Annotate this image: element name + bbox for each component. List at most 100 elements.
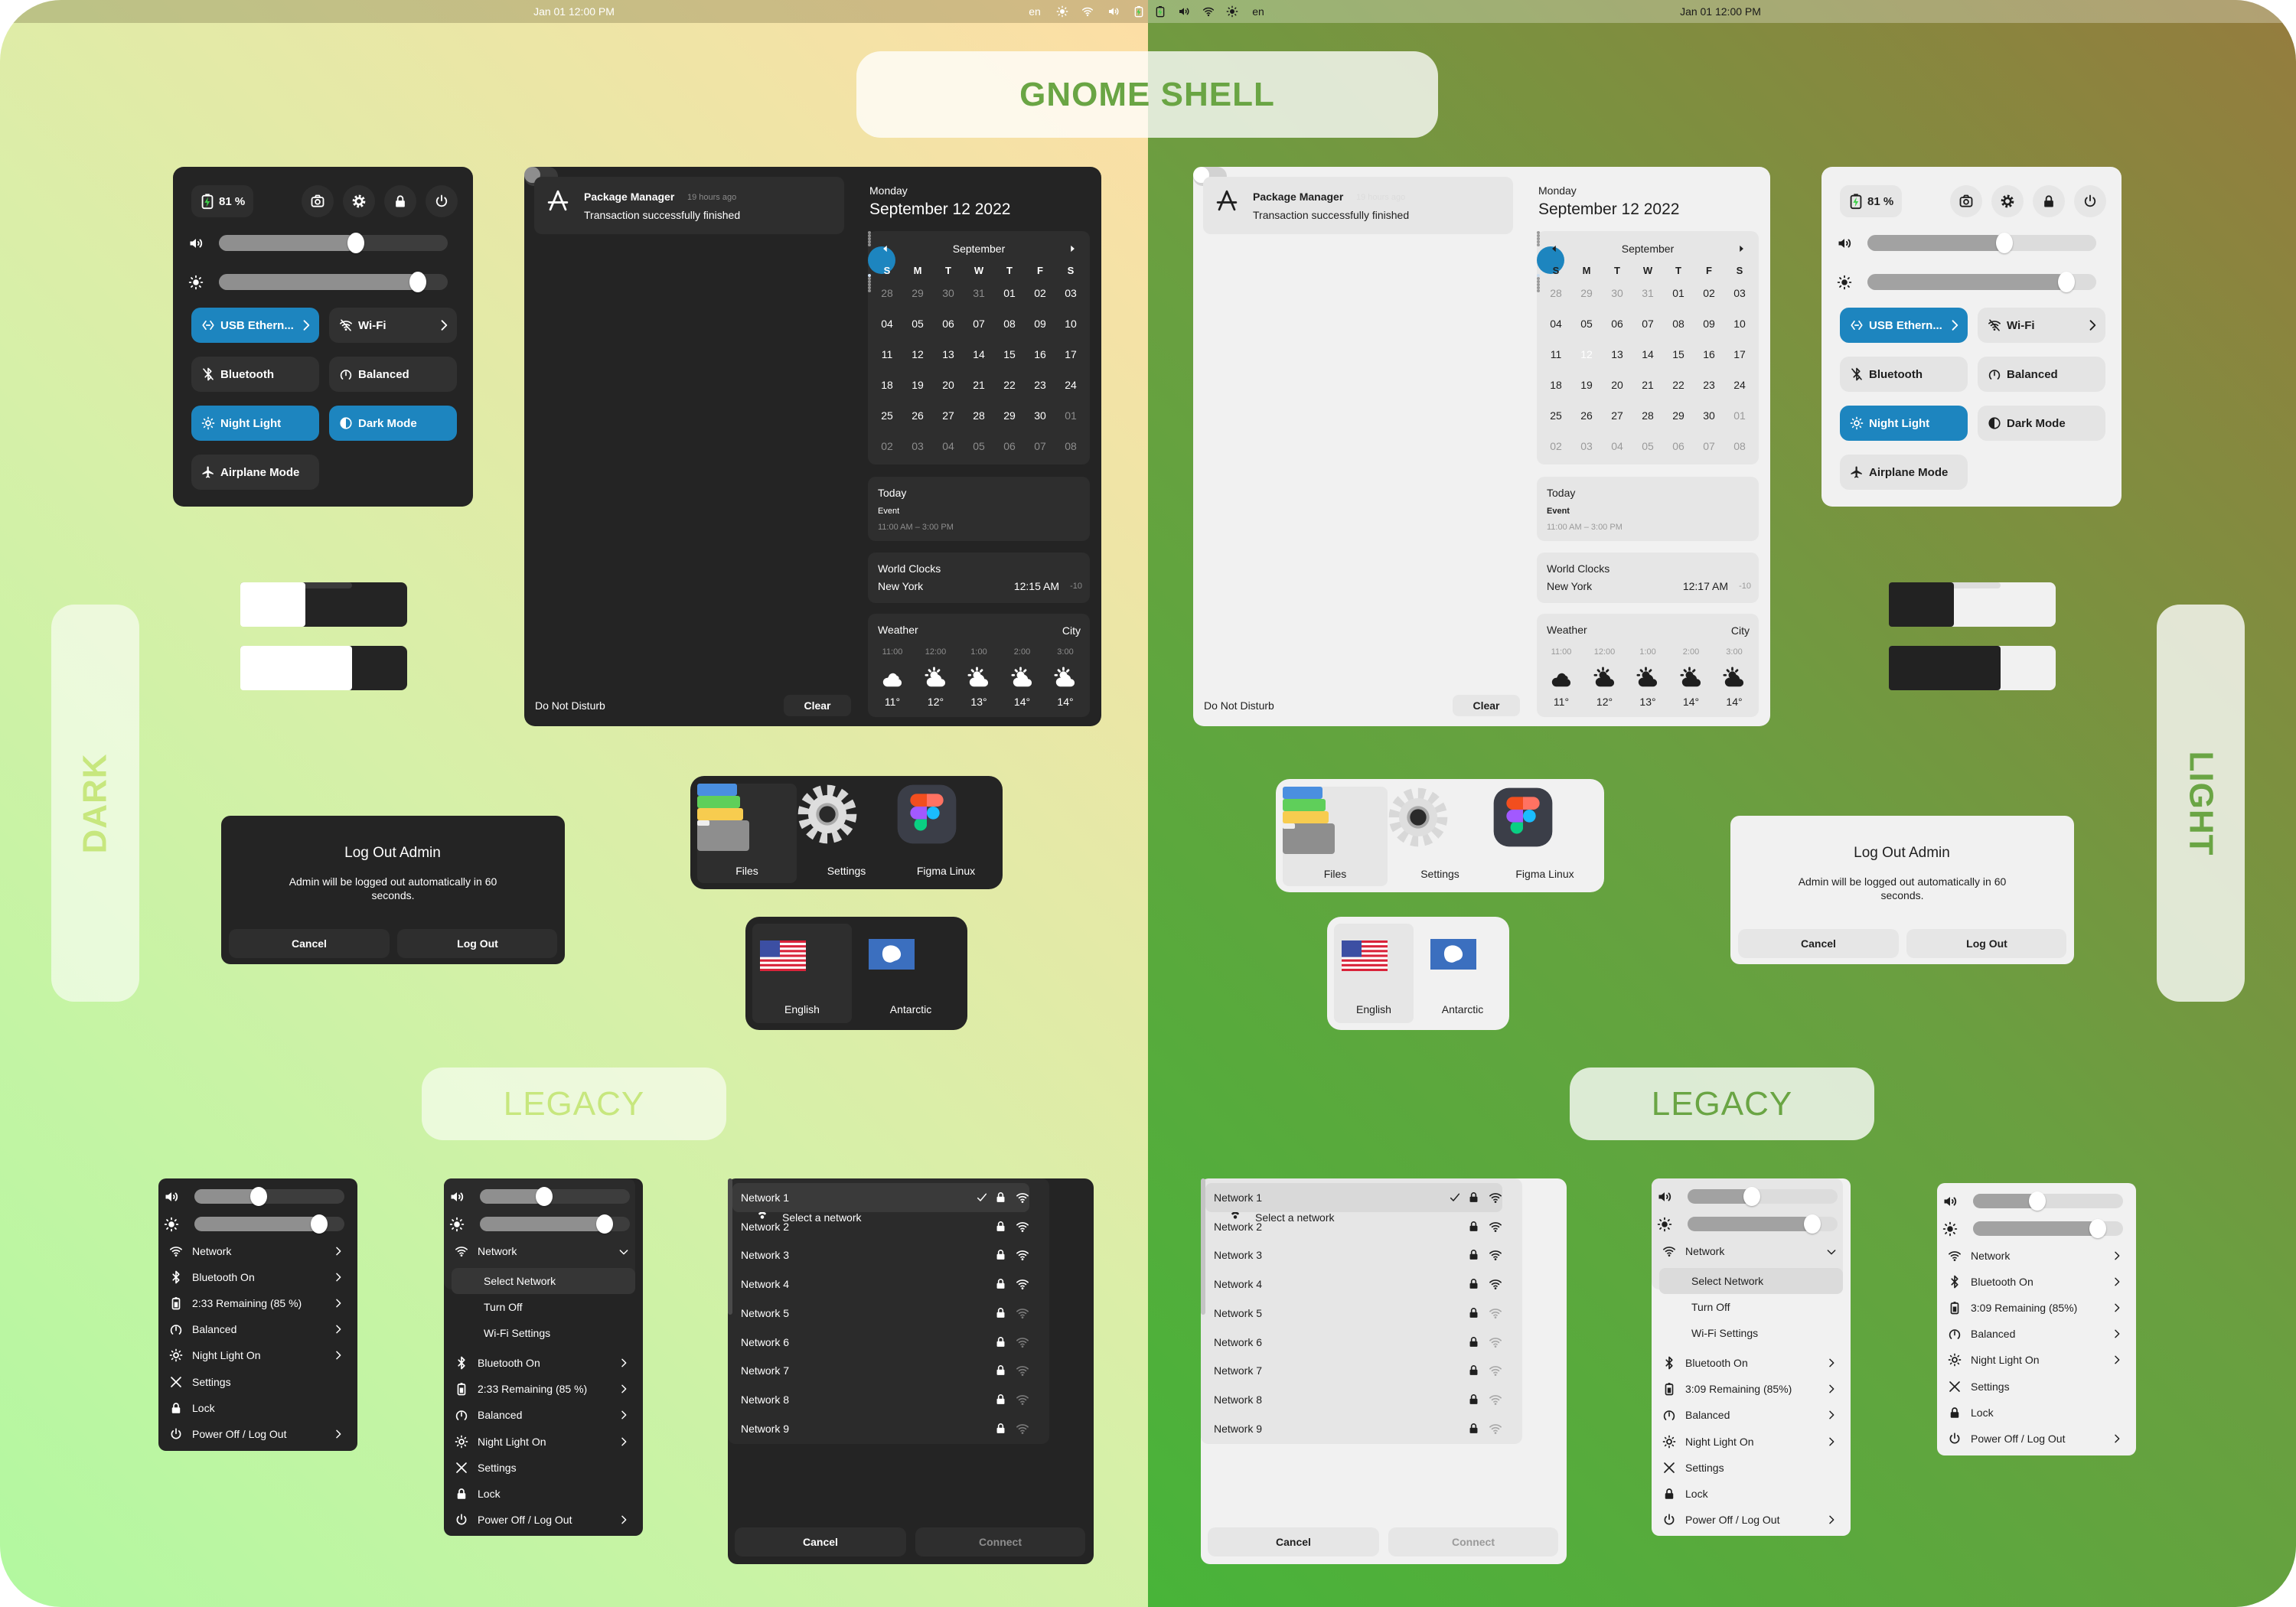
calendar-day[interactable]: 25 (1550, 410, 1562, 421)
menu-item-settings[interactable]: Settings (1655, 1455, 1848, 1481)
app-switcher-item[interactable]: Settings (797, 784, 896, 883)
calendar-day[interactable]: 12 (1580, 349, 1593, 360)
calendar-day[interactable]: 30 (942, 288, 954, 298)
calendar-day[interactable]: 26 (1580, 410, 1593, 421)
calendar-day[interactable]: 28 (1642, 410, 1654, 421)
arrow-right-icon[interactable] (1067, 243, 1078, 254)
connect-button[interactable]: Connect (1388, 1527, 1558, 1556)
app-switcher-item[interactable]: Figma Linux (896, 784, 996, 883)
calendar-day[interactable]: 01 (1065, 410, 1077, 421)
calendar-day[interactable]: 29 (912, 288, 924, 298)
calendar-day[interactable]: 16 (1703, 349, 1715, 360)
top-bar-clock[interactable]: Jan 01 12:00 PM (1644, 0, 1797, 23)
menu-item-balanced[interactable]: Balanced (1655, 1402, 1848, 1428)
calendar-day[interactable]: 03 (1733, 288, 1746, 298)
brightness-slider-handle[interactable] (2089, 1219, 2106, 1238)
app-switcher-item[interactable]: Files (697, 784, 797, 883)
network-row[interactable]: Network 3 (1205, 1240, 1502, 1270)
calendar-day[interactable]: 07 (1642, 318, 1654, 329)
app-switcher-item[interactable]: Figma Linux (1492, 787, 1597, 886)
menu-item-lock[interactable]: Lock (1655, 1481, 1848, 1507)
network-row[interactable]: Network 4 (732, 1270, 1029, 1299)
lock-button[interactable] (384, 185, 416, 217)
volume-slider[interactable] (219, 233, 448, 253)
menu-item-night-light-on[interactable]: Night Light On (161, 1342, 354, 1368)
toggle-dark-mode[interactable]: Dark Mode (329, 406, 457, 441)
calendar-day[interactable]: 23 (1034, 380, 1046, 390)
network-row[interactable]: Network 2 (1205, 1212, 1502, 1241)
brightness-slider[interactable] (1973, 1219, 2123, 1238)
volume-slider[interactable] (1867, 233, 2096, 253)
brightness-slider[interactable] (480, 1214, 630, 1234)
calendar-day[interactable]: 18 (1550, 380, 1562, 390)
submenu-item[interactable]: Turn Off (1659, 1294, 1843, 1320)
menu-item-network[interactable]: Network (447, 1238, 640, 1264)
menu-item-power-off-log-out[interactable]: Power Off / Log Out (1940, 1426, 2133, 1452)
brightness-slider[interactable] (194, 1214, 344, 1234)
arrow-left-icon[interactable] (880, 243, 891, 254)
cancel-button[interactable]: Cancel (229, 929, 390, 958)
network-row[interactable]: Network 9 (1205, 1414, 1502, 1443)
calendar-day[interactable]: 12 (912, 349, 924, 360)
brightness-slider-handle[interactable] (2058, 272, 2076, 292)
menu-item-settings[interactable]: Settings (161, 1369, 354, 1395)
calendar-day[interactable]: 01 (1672, 288, 1684, 298)
log-out-button[interactable]: Log Out (397, 929, 557, 958)
cancel-button[interactable]: Cancel (1738, 929, 1899, 958)
calendar-day[interactable]: 28 (973, 410, 985, 421)
calendar-day[interactable]: 27 (1611, 410, 1623, 421)
calendar-day[interactable]: 25 (881, 410, 893, 421)
submenu-item[interactable]: Turn Off (452, 1294, 635, 1320)
toggle-usb-ethern[interactable]: USB Ethern... (1840, 308, 1968, 343)
network-row[interactable]: Network 1 (732, 1183, 1029, 1212)
calendar-day[interactable]: 24 (1065, 380, 1077, 390)
calendar-day[interactable]: 02 (1034, 288, 1046, 298)
calendar-day[interactable]: 22 (1672, 380, 1684, 390)
menu-item-power-off-log-out[interactable]: Power Off / Log Out (161, 1421, 354, 1447)
volume-slider-handle[interactable] (536, 1187, 553, 1206)
toggle-wi-fi[interactable]: Wi-Fi (1978, 308, 2105, 343)
calendar-day[interactable]: 03 (1065, 288, 1077, 298)
calendar-day[interactable]: 09 (1034, 318, 1046, 329)
arrow-right-icon[interactable] (1736, 243, 1746, 254)
network-row[interactable]: Network 5 (1205, 1299, 1502, 1328)
network-row[interactable]: Network 6 (1205, 1328, 1502, 1357)
menu-item-2-33-remaining-85[interactable]: 2:33 Remaining (85 %) (161, 1290, 354, 1316)
calendar-day[interactable]: 28 (1550, 288, 1562, 298)
submenu-item[interactable]: Wi-Fi Settings (452, 1320, 635, 1346)
submenu-item[interactable]: Wi-Fi Settings (1659, 1320, 1843, 1346)
battery-indicator[interactable]: 81 % (1840, 185, 1902, 217)
volume-slider-handle[interactable] (2029, 1191, 2047, 1211)
toggle-night-light[interactable]: Night Light (191, 406, 319, 441)
menu-item-network[interactable]: Network (1940, 1243, 2133, 1269)
menu-item-bluetooth-on[interactable]: Bluetooth On (447, 1350, 640, 1376)
menu-item-bluetooth-on[interactable]: Bluetooth On (161, 1264, 354, 1290)
calendar-day[interactable]: 20 (1611, 380, 1623, 390)
top-bar-language[interactable]: en (1024, 0, 1045, 23)
calendar-day[interactable]: 04 (881, 318, 893, 329)
calendar-day[interactable]: 02 (1550, 441, 1562, 451)
toggle-balanced[interactable]: Balanced (329, 357, 457, 392)
calendar-day[interactable]: 08 (1003, 318, 1016, 329)
calendar-day[interactable]: 05 (973, 441, 985, 451)
calendar-day[interactable]: 16 (1034, 349, 1046, 360)
brightness-slider-handle[interactable] (1803, 1214, 1821, 1234)
calendar-day[interactable]: 11 (882, 349, 893, 360)
volume-slider[interactable] (194, 1187, 344, 1206)
menu-item-settings[interactable]: Settings (447, 1455, 640, 1481)
calendar-day[interactable]: 14 (1642, 349, 1654, 360)
notification-card[interactable]: Package Manager 19 hours ago Transaction s… (534, 177, 844, 234)
input-source-item[interactable]: English (1334, 924, 1414, 1023)
input-source-item[interactable]: English (752, 924, 852, 1023)
toggle-bluetooth[interactable]: Bluetooth (191, 357, 319, 392)
brightness-slider-handle[interactable] (595, 1214, 613, 1234)
calendar-day[interactable]: 14 (973, 349, 985, 360)
calendar-day[interactable]: 08 (1672, 318, 1684, 329)
cancel-button[interactable]: Cancel (1208, 1527, 1379, 1556)
app-switcher-item[interactable]: Files (1283, 787, 1388, 886)
volume-slider-handle[interactable] (1996, 233, 2014, 253)
menu-item-3-09-remaining-85[interactable]: 3:09 Remaining (85%) (1940, 1295, 2133, 1321)
calendar-day[interactable]: 05 (1580, 318, 1593, 329)
calendar-day[interactable]: 01 (1003, 288, 1016, 298)
top-bar-status-icons[interactable] (1154, 0, 1238, 23)
